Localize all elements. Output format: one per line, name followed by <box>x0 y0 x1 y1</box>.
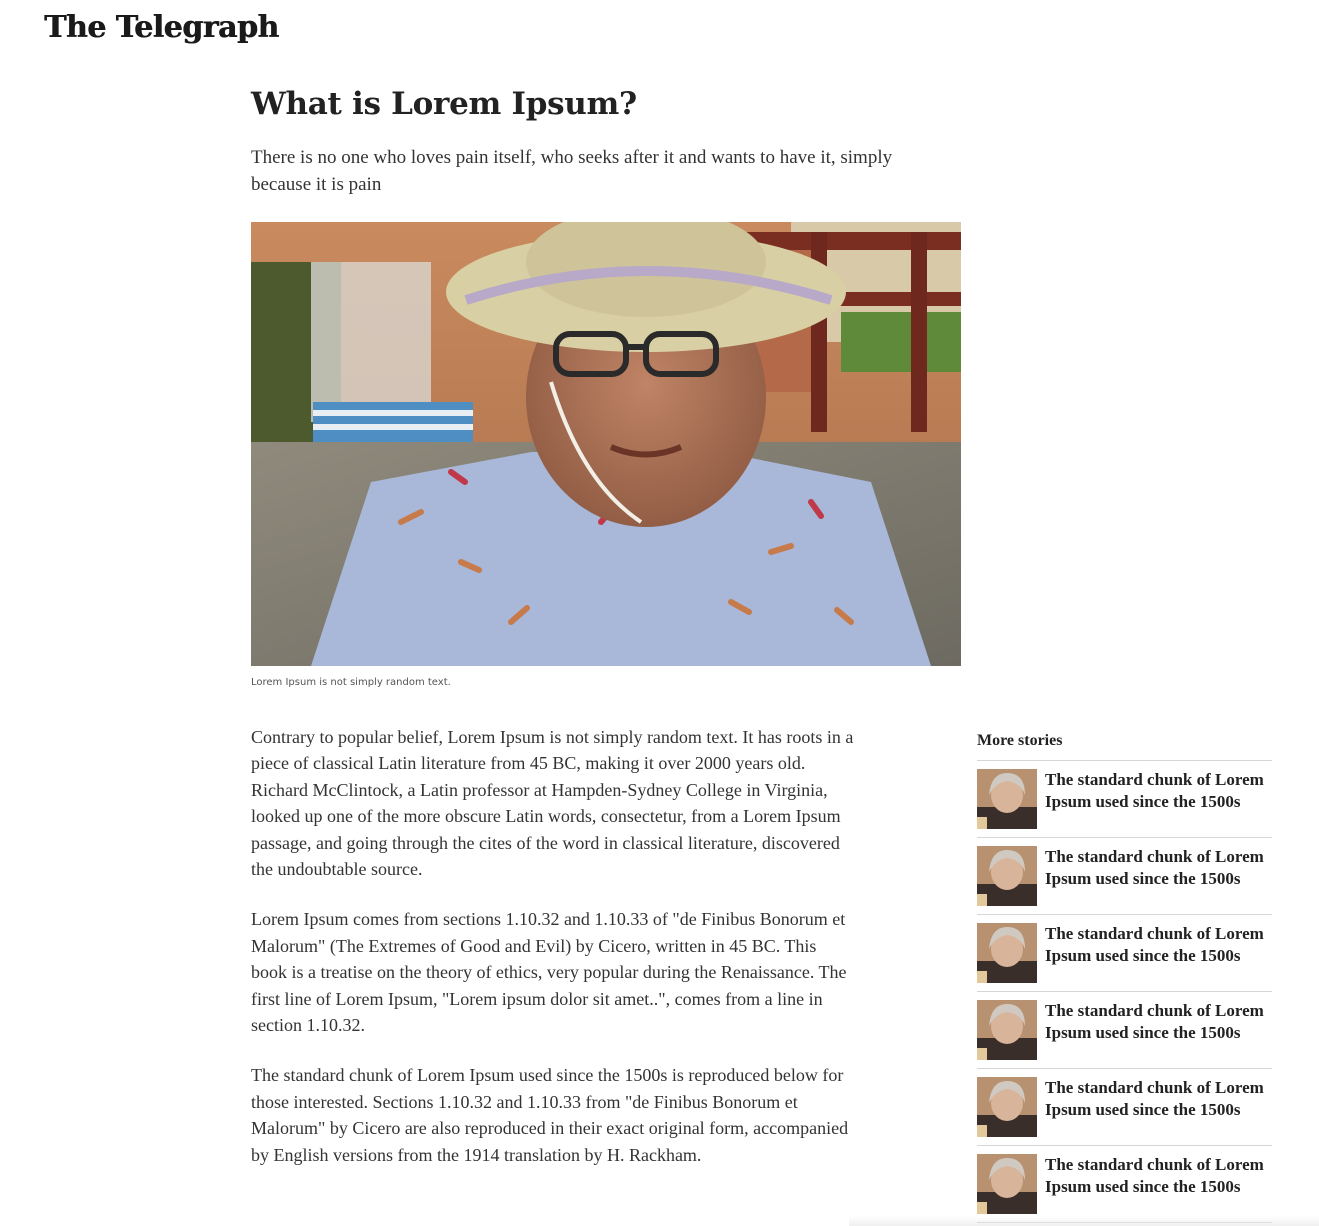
story-thumbnail[interactable] <box>977 769 1037 829</box>
story-title[interactable]: The standard chunk of Lorem Ipsum used s… <box>1045 769 1272 813</box>
article-hero-image <box>251 222 961 666</box>
story-item[interactable]: The standard chunk of Lorem Ipsum used s… <box>977 915 1272 992</box>
story-item[interactable]: The standard chunk of Lorem Ipsum used s… <box>977 1146 1272 1223</box>
article-paragraph: Contrary to popular belief, Lorem Ipsum … <box>251 727 854 880</box>
story-thumbnail[interactable] <box>977 1077 1037 1137</box>
story-item[interactable]: The standard chunk of Lorem Ipsum used s… <box>977 1069 1272 1146</box>
story-thumbnail[interactable] <box>977 846 1037 906</box>
telegraph-logo[interactable]: The Telegraph <box>44 10 279 45</box>
more-stories-title: More stories <box>977 730 1272 761</box>
story-thumbnail[interactable] <box>977 1154 1037 1214</box>
article-standfirst: There is no one who loves pain itself, w… <box>251 147 893 195</box>
bottom-fade <box>849 1216 1319 1226</box>
story-title[interactable]: The standard chunk of Lorem Ipsum used s… <box>1045 1077 1272 1121</box>
article-paragraph: The standard chunk of Lorem Ipsum used s… <box>251 1065 849 1165</box>
story-thumbnail[interactable] <box>977 1000 1037 1060</box>
story-title[interactable]: The standard chunk of Lorem Ipsum used s… <box>1045 1154 1272 1198</box>
story-thumbnail[interactable] <box>977 923 1037 983</box>
story-title[interactable]: The standard chunk of Lorem Ipsum used s… <box>1045 1000 1272 1044</box>
more-stories-sidebar: More stories The standard chunk of Lorem… <box>977 730 1272 1223</box>
story-item[interactable]: The standard chunk of Lorem Ipsum used s… <box>977 761 1272 838</box>
story-item[interactable]: The standard chunk of Lorem Ipsum used s… <box>977 992 1272 1069</box>
story-item[interactable]: The standard chunk of Lorem Ipsum used s… <box>977 838 1272 915</box>
article-headline: What is Lorem Ipsum? <box>251 86 637 122</box>
article-body: Contrary to popular belief, Lorem Ipsum … <box>251 724 856 1192</box>
image-caption: Lorem Ipsum is not simply random text. <box>251 677 451 688</box>
story-title[interactable]: The standard chunk of Lorem Ipsum used s… <box>1045 923 1272 967</box>
story-title[interactable]: The standard chunk of Lorem Ipsum used s… <box>1045 846 1272 890</box>
article-paragraph: Lorem Ipsum comes from sections 1.10.32 … <box>251 909 847 1036</box>
